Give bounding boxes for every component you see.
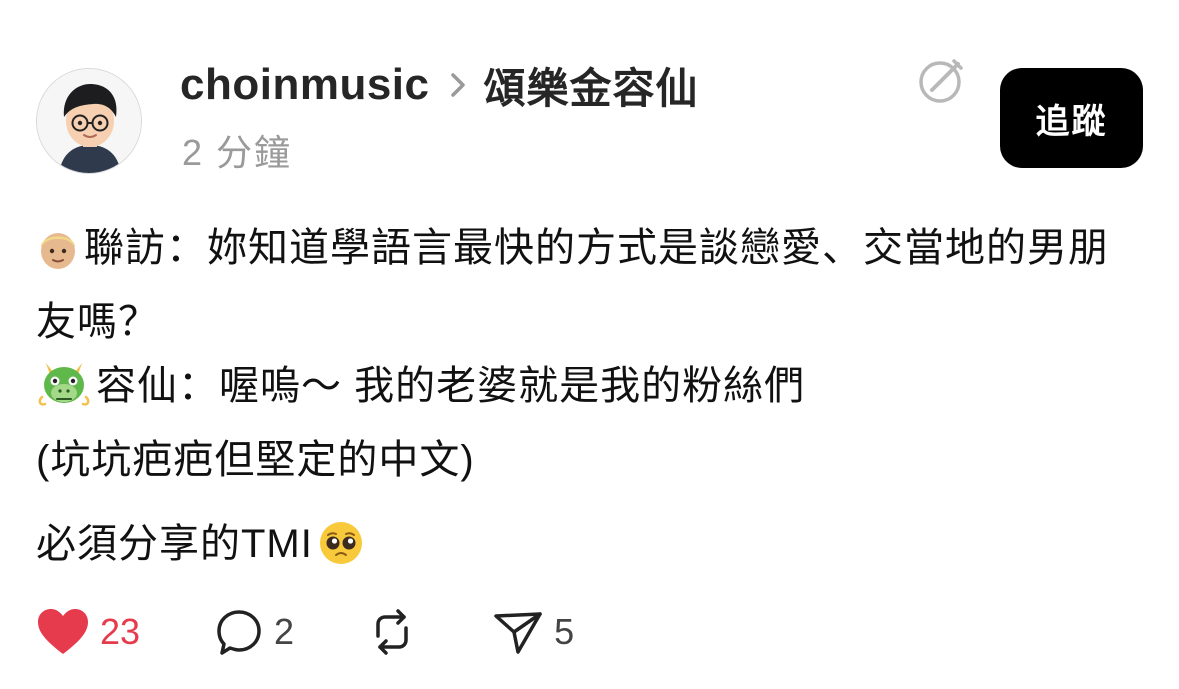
community-name[interactable]: 頌樂金容仙 xyxy=(484,55,699,116)
post-timestamp: 2 分鐘 xyxy=(182,132,293,173)
like-count: 23 xyxy=(100,611,141,652)
comment-button[interactable]: 2 xyxy=(214,607,294,657)
post-content: 聯訪：妳知道學語言最快的方式是談戀愛、交當地的男朋友嗎？ 容仙：喔嗚～ 我的老婆… xyxy=(36,216,1146,586)
chevron-right-icon xyxy=(448,68,470,102)
content-line-3: (坑坑疤疤但堅定的中文) xyxy=(36,438,475,482)
pleading-face-emoji-icon xyxy=(317,519,365,586)
heart-icon xyxy=(38,609,88,654)
action-bar: 23 2 5 xyxy=(36,600,574,664)
repost-button[interactable] xyxy=(366,606,418,658)
comment-count: 2 xyxy=(274,611,295,652)
repost-icon xyxy=(376,609,408,655)
follow-button[interactable]: 追蹤 xyxy=(1000,68,1143,168)
send-icon xyxy=(494,612,542,654)
share-count: 5 xyxy=(554,611,575,652)
content-line-2: 容仙：喔嗚～ 我的老婆就是我的粉絲們 xyxy=(36,354,1146,428)
content-line-1: 聯訪：妳知道學語言最快的方式是談戀愛、交當地的男朋友嗎？ xyxy=(36,226,1109,344)
share-button[interactable]: 5 xyxy=(492,608,574,656)
thread-post: choinmusic 頌樂金容仙 2 分鐘 追蹤 聯訪：妳知道學語言最快的方式是… xyxy=(0,0,1179,689)
like-button[interactable]: 23 xyxy=(36,607,140,657)
edit-icon[interactable] xyxy=(916,56,966,106)
memoji-avatar-icon xyxy=(37,69,141,173)
username[interactable]: choinmusic xyxy=(180,60,430,110)
dragon-face-emoji-icon xyxy=(36,357,92,428)
person-face-emoji-icon xyxy=(36,226,80,290)
avatar[interactable] xyxy=(36,68,142,174)
comment-icon xyxy=(217,610,261,655)
content-line-4: 必須分享的TMI xyxy=(36,512,1146,586)
post-header: choinmusic 頌樂金容仙 xyxy=(180,55,699,115)
